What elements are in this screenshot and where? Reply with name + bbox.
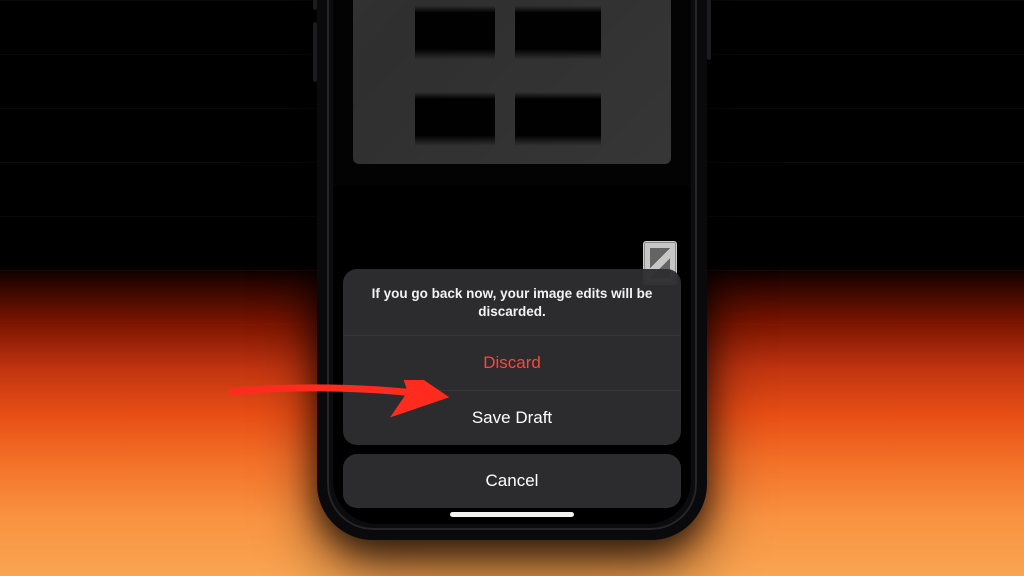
action-sheet-message: If you go back now, your image edits wil…	[343, 269, 681, 335]
cancel-label: Cancel	[486, 471, 539, 491]
side-button	[707, 0, 711, 60]
cancel-button[interactable]: Cancel	[343, 454, 681, 508]
phone-frame: If you go back now, your image edits wil…	[317, 0, 707, 540]
cancel-sheet: Cancel	[343, 454, 681, 508]
home-indicator	[450, 512, 574, 517]
discard-label: Discard	[483, 353, 541, 373]
volume-down-button	[313, 22, 317, 82]
action-sheet-group: If you go back now, your image edits wil…	[343, 269, 681, 445]
discard-button[interactable]: Discard	[343, 336, 681, 390]
volume-up-button	[313, 0, 317, 10]
phone-screen: If you go back now, your image edits wil…	[333, 0, 691, 524]
save-draft-button[interactable]: Save Draft	[343, 391, 681, 445]
action-sheet: If you go back now, your image edits wil…	[343, 269, 681, 508]
save-draft-label: Save Draft	[472, 408, 552, 428]
